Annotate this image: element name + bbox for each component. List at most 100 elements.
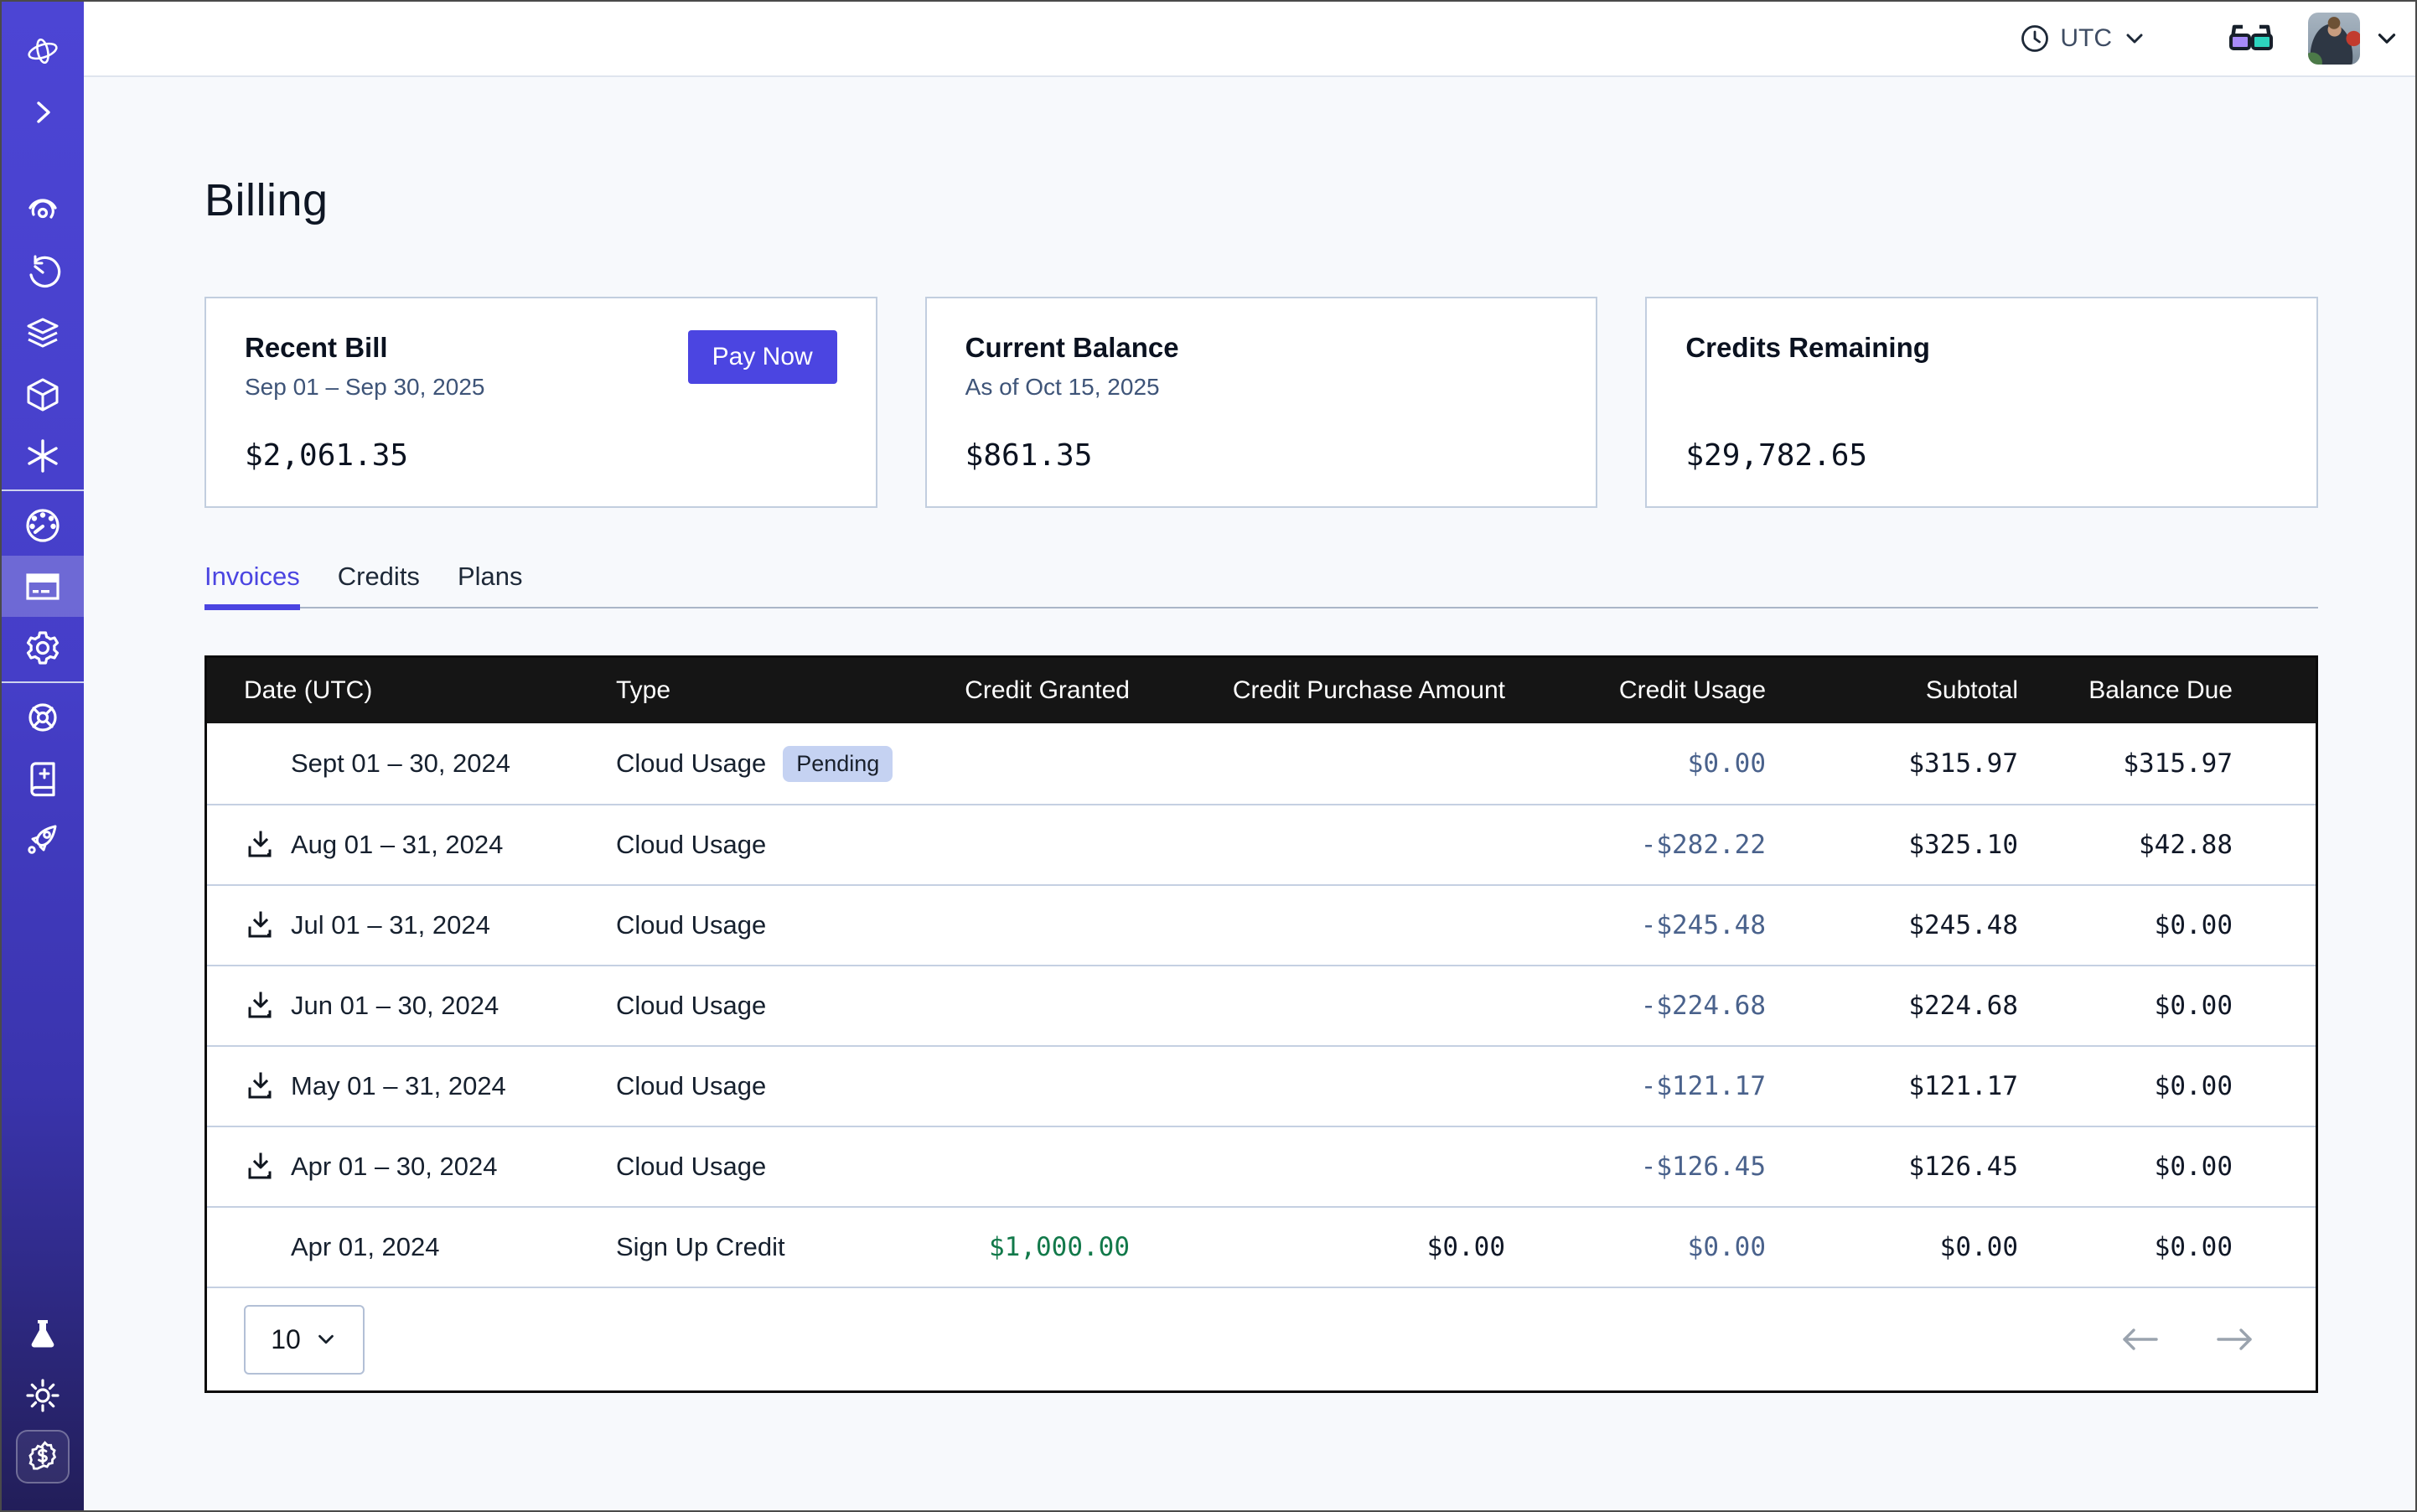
chevron-down-icon bbox=[314, 1328, 338, 1351]
billing-page: Billing Recent Bill Sep 01 – Sep 30, 202… bbox=[84, 77, 2415, 1393]
download-icon bbox=[245, 1070, 277, 1102]
credit-card-icon[interactable] bbox=[2, 556, 84, 617]
invoice-date: May 01 – 31, 2024 bbox=[291, 1071, 506, 1101]
account-menu[interactable] bbox=[2308, 13, 2400, 65]
column-header: Type bbox=[616, 676, 912, 705]
invoice-date: Aug 01 – 31, 2024 bbox=[291, 830, 503, 860]
main-column: UTC Billing bbox=[84, 2, 2415, 1510]
credit-usage-value: $0.00 bbox=[1505, 748, 1766, 779]
credit-usage-value: -$245.48 bbox=[1505, 910, 1766, 940]
invoice-type: Cloud Usage bbox=[616, 1071, 766, 1101]
dollar-badge-icon[interactable] bbox=[16, 1430, 70, 1484]
rocket-icon[interactable] bbox=[2, 809, 84, 870]
previous-page-button[interactable] bbox=[2118, 1324, 2161, 1354]
balance-due-value: $42.88 bbox=[2018, 830, 2316, 860]
page-size-select[interactable]: 10 bbox=[244, 1305, 365, 1375]
recent-bill-amount: $2,061.35 bbox=[245, 438, 837, 473]
column-header: Balance Due bbox=[2018, 676, 2316, 705]
pay-now-button[interactable]: Pay Now bbox=[688, 330, 837, 384]
arrow-right-icon bbox=[2213, 1324, 2257, 1354]
layers-icon[interactable] bbox=[2, 303, 84, 364]
gauge-icon[interactable] bbox=[2, 495, 84, 556]
balance-due-value: $0.00 bbox=[2018, 1152, 2316, 1182]
pagination-bar: 10 bbox=[207, 1287, 2316, 1390]
card-title: Current Balance bbox=[965, 332, 1558, 364]
invoice-type: Cloud Usage bbox=[616, 991, 766, 1021]
credit-purchase-value: $0.00 bbox=[1130, 1232, 1505, 1262]
card-subtitle bbox=[1685, 374, 2278, 397]
balance-due-value: $315.97 bbox=[2018, 748, 2316, 779]
subtotal-value: $245.48 bbox=[1766, 910, 2018, 940]
asterisk-icon[interactable] bbox=[2, 425, 84, 486]
invoice-type: Cloud Usage bbox=[616, 1152, 766, 1182]
topbar: UTC bbox=[84, 2, 2415, 77]
current-balance-amount: $861.35 bbox=[965, 438, 1558, 473]
download-invoice-button[interactable] bbox=[244, 1150, 277, 1183]
column-header: Credit Usage bbox=[1505, 676, 1766, 705]
table-row: Sept 01 – 30, 2024 Cloud Usage Pending $… bbox=[207, 723, 2316, 804]
orbit-logo-icon[interactable] bbox=[2, 20, 84, 81]
clock-icon bbox=[2020, 23, 2050, 54]
credit-usage-value: -$126.45 bbox=[1505, 1152, 1766, 1182]
cube-icon[interactable] bbox=[2, 364, 84, 425]
download-invoice-button[interactable] bbox=[244, 909, 277, 942]
invoice-date: Jun 01 – 30, 2024 bbox=[291, 991, 499, 1021]
subtotal-value: $121.17 bbox=[1766, 1071, 2018, 1101]
chevron-right-icon[interactable] bbox=[2, 81, 84, 142]
table-header-row: Date (UTC)TypeCredit GrantedCredit Purch… bbox=[207, 658, 2316, 723]
subtotal-value: $126.45 bbox=[1766, 1152, 2018, 1182]
download-invoice-button[interactable] bbox=[244, 989, 277, 1023]
balance-due-value: $0.00 bbox=[2018, 1232, 2316, 1262]
download-icon bbox=[245, 829, 277, 861]
book-sparkle-icon[interactable] bbox=[2, 748, 84, 809]
current-balance-card: Current Balance As of Oct 15, 2025 $861.… bbox=[925, 297, 1598, 508]
dollar-badge-button[interactable] bbox=[2, 1426, 84, 1487]
download-icon bbox=[245, 1151, 277, 1183]
invoice-date: Jul 01 – 31, 2024 bbox=[291, 910, 490, 940]
arrow-left-icon bbox=[2118, 1324, 2161, 1354]
invoice-type: Sign Up Credit bbox=[616, 1232, 785, 1262]
card-subtitle: As of Oct 15, 2025 bbox=[965, 374, 1558, 401]
next-page-button[interactable] bbox=[2213, 1324, 2257, 1354]
card-subtitle: Sep 01 – Sep 30, 2025 bbox=[245, 374, 484, 401]
timezone-label: UTC bbox=[2060, 24, 2112, 53]
invoice-type: Cloud Usage bbox=[616, 748, 766, 779]
wheel-icon[interactable] bbox=[2, 686, 84, 748]
credit-usage-value: $0.00 bbox=[1505, 1232, 1766, 1262]
column-header: Credit Granted bbox=[912, 676, 1130, 705]
avatar[interactable] bbox=[2308, 13, 2360, 65]
sun-icon[interactable] bbox=[2, 1364, 84, 1426]
page-size-value: 10 bbox=[271, 1324, 301, 1355]
table-row: Jun 01 – 30, 2024 Cloud Usage -$224.68 $… bbox=[207, 965, 2316, 1045]
table-body: Sept 01 – 30, 2024 Cloud Usage Pending $… bbox=[207, 723, 2316, 1287]
sidebar-divider bbox=[2, 681, 84, 683]
column-header: Credit Purchase Amount bbox=[1130, 676, 1505, 705]
download-invoice-button[interactable] bbox=[244, 828, 277, 862]
download-icon bbox=[245, 909, 277, 941]
flask-icon[interactable] bbox=[2, 1303, 84, 1364]
status-badge: Pending bbox=[783, 746, 893, 782]
invoice-type: Cloud Usage bbox=[616, 910, 766, 940]
gear-icon[interactable] bbox=[2, 617, 84, 678]
tab-invoices[interactable]: Invoices bbox=[204, 562, 300, 607]
glasses-icon bbox=[2228, 22, 2275, 55]
summary-cards: Recent Bill Sep 01 – Sep 30, 2025 Pay No… bbox=[204, 297, 2318, 508]
download-icon bbox=[245, 990, 277, 1022]
sidebar-spacer bbox=[2, 870, 84, 1303]
download-invoice-button[interactable] bbox=[244, 1069, 277, 1103]
invoice-date: Sept 01 – 30, 2024 bbox=[291, 748, 510, 779]
invoices-table: Date (UTC)TypeCredit GrantedCredit Purch… bbox=[204, 655, 2318, 1393]
balance-due-value: $0.00 bbox=[2018, 991, 2316, 1021]
timezone-picker[interactable]: UTC bbox=[2020, 23, 2147, 54]
table-row: Apr 01 – 30, 2024 Cloud Usage -$126.45 $… bbox=[207, 1126, 2316, 1206]
sidebar bbox=[2, 2, 84, 1510]
glasses-button[interactable] bbox=[2228, 22, 2275, 55]
invoice-date: Apr 01, 2024 bbox=[291, 1232, 440, 1262]
spiral-icon[interactable] bbox=[2, 180, 84, 241]
timer-icon[interactable] bbox=[2, 241, 84, 303]
tab-credits[interactable]: Credits bbox=[338, 562, 420, 607]
subtotal-value: $0.00 bbox=[1766, 1232, 2018, 1262]
tab-plans[interactable]: Plans bbox=[458, 562, 523, 607]
table-row: May 01 – 31, 2024 Cloud Usage -$121.17 $… bbox=[207, 1045, 2316, 1126]
subtotal-value: $224.68 bbox=[1766, 991, 2018, 1021]
